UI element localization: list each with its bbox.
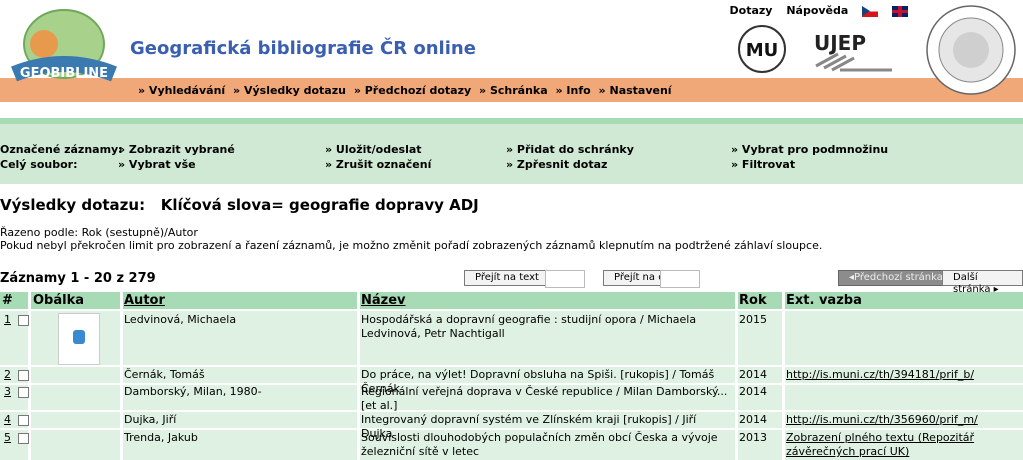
geobibline-logo[interactable]: GEOBIBLINE — [4, 4, 122, 90]
refine-query-link[interactable]: » Zpřesnit dotaz — [506, 158, 607, 171]
row-checkbox[interactable] — [18, 315, 29, 326]
main-nav: » Vyhledávání » Výsledky dotazu » Předch… — [138, 84, 676, 97]
marked-records-label: Označené záznamy: — [0, 143, 123, 156]
goto-number-input[interactable] — [660, 270, 700, 288]
select-subset-link[interactable]: » Vybrat pro podmnožinu — [731, 143, 888, 156]
top-links: Dotazy Nápověda — [720, 4, 908, 17]
col-year[interactable]: Rok — [739, 293, 767, 308]
row-year: 2013 — [739, 431, 767, 444]
whole-set-label: Celý soubor: — [0, 158, 78, 171]
row-author: Trenda, Jakub — [124, 431, 198, 444]
mu-logo[interactable]: MU — [727, 24, 797, 78]
nav-results[interactable]: » Výsledky dotazu — [233, 84, 346, 97]
add-to-box-link[interactable]: » Přidat do schránky — [506, 143, 634, 156]
sorted-by: Řazeno podle: Rok (sestupně)/Autor — [0, 226, 198, 239]
next-page-button[interactable]: Další stránka ▸ — [942, 270, 1023, 295]
records-count: Záznamy 1 - 20 z 279 — [0, 271, 156, 286]
ujep-logo[interactable]: UJEP — [808, 26, 900, 80]
nav-box[interactable]: » Schránka — [479, 84, 548, 97]
col-num: # — [2, 293, 13, 308]
col-title[interactable]: Název — [361, 293, 406, 308]
save-send-link[interactable]: » Uložit/odeslat — [325, 143, 422, 156]
row-title: Souvislosti dlouhodobých populačních změ… — [361, 431, 718, 458]
prev-page-button[interactable]: ◂Předchozí stránka — [838, 270, 954, 286]
nav-previous-queries[interactable]: » Předchozí dotazy — [354, 84, 471, 97]
row-number[interactable]: 5 — [4, 431, 11, 445]
row-checkbox[interactable] — [18, 370, 29, 381]
row-ext-link[interactable]: http://is.muni.cz/th/394181/prif_b/ — [786, 368, 974, 382]
row-number[interactable]: 2 — [4, 368, 11, 382]
goto-text-input[interactable] — [545, 270, 585, 288]
prev-page-label: Předchozí stránka — [854, 272, 943, 283]
col-ext-link: Ext. vazba — [786, 293, 862, 308]
row-year: 2014 — [739, 368, 767, 381]
cancel-marks-link[interactable]: » Zrušit označení — [325, 158, 431, 171]
row-checkbox[interactable] — [18, 415, 29, 426]
help-link[interactable]: Nápověda — [786, 4, 848, 17]
site-title: Geografická bibliografie ČR online — [130, 38, 476, 59]
row-title: Regionální veřejná doprava v České repub… — [361, 385, 728, 412]
row-author: Ledvinová, Michaela — [124, 313, 237, 326]
row-year: 2014 — [739, 413, 767, 426]
ujep-logo-text: UJEP — [814, 31, 866, 55]
row-checkbox[interactable] — [18, 433, 29, 444]
book-cover-image[interactable] — [58, 313, 100, 365]
row-title: Hospodářská a dopravní geografie : studi… — [361, 313, 697, 340]
row-checkbox[interactable] — [18, 387, 29, 398]
row-number[interactable]: 1 — [4, 313, 11, 327]
row-author: Damborský, Milan, 1980- — [124, 385, 262, 398]
show-selected-link[interactable]: » Zobrazit vybrané — [118, 143, 235, 156]
col-author[interactable]: Autor — [124, 293, 165, 308]
row-author: Dujka, Jiří — [124, 413, 177, 426]
row-year: 2014 — [739, 385, 767, 398]
english-flag-icon[interactable] — [892, 5, 908, 17]
row-ext-link[interactable]: Zobrazení plného textu (Repozitář závěre… — [786, 431, 1021, 459]
results-title: Výsledky dotazu: Klíčová slova= geografi… — [0, 196, 479, 214]
filter-link[interactable]: » Filtrovat — [731, 158, 795, 171]
select-all-link[interactable]: » Vybrat vše — [118, 158, 196, 171]
czech-flag-icon[interactable] — [862, 5, 879, 17]
row-number[interactable]: 4 — [4, 413, 11, 427]
nav-settings[interactable]: » Nastavení — [599, 84, 672, 97]
logo-text: GEOBIBLINE — [20, 66, 108, 81]
row-number[interactable]: 3 — [4, 385, 11, 399]
col-cover: Obálka — [33, 293, 85, 308]
nav-search[interactable]: » Vyhledávání — [138, 84, 225, 97]
row-year: 2015 — [739, 313, 767, 326]
row-ext-link[interactable]: http://is.muni.cz/th/356960/prif_m/ — [786, 413, 978, 427]
nav-info[interactable]: » Info — [556, 84, 591, 97]
row-author: Černák, Tomáš — [124, 368, 205, 381]
sort-note: Pokud nebyl překročen limit pro zobrazen… — [0, 239, 823, 252]
queries-link[interactable]: Dotazy — [730, 4, 773, 17]
mu-logo-text: MU — [746, 40, 779, 61]
university-seal-icon — [925, 4, 1017, 100]
goto-text-button[interactable]: Přejít na text — [464, 270, 550, 286]
